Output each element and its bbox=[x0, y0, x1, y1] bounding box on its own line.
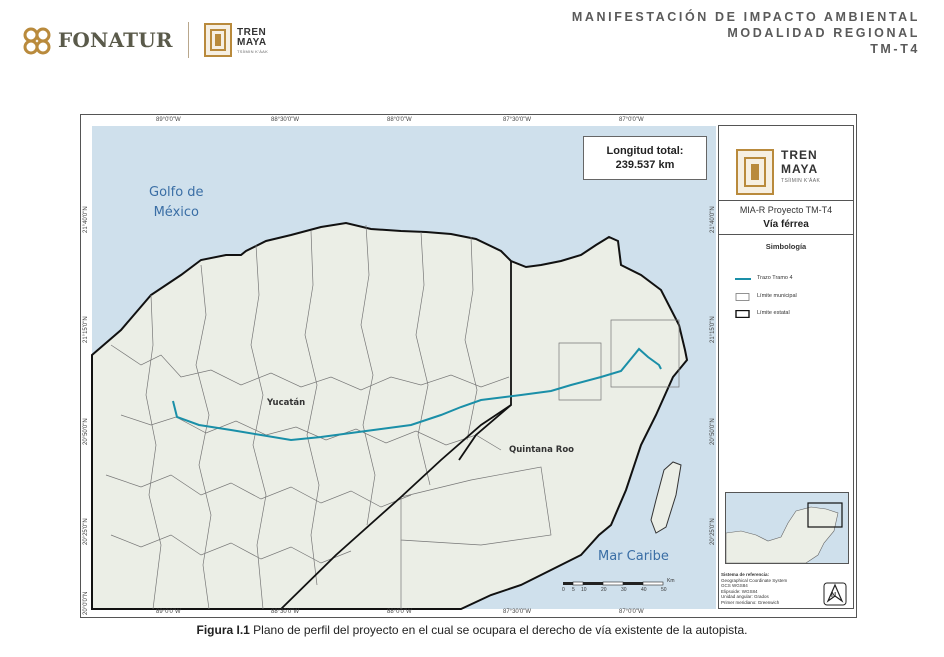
lat-label-1: 21°40'0"N bbox=[83, 206, 89, 233]
lon-label-4: 87°30'0"W bbox=[503, 117, 532, 123]
fonatur-wordmark: FONATUR bbox=[58, 28, 173, 52]
lat-label-right-2: 21°15'0"N bbox=[710, 316, 716, 343]
scale-tick-0: 0 bbox=[562, 587, 565, 593]
reference-line: Primer meridiano: Greenwich bbox=[721, 599, 780, 605]
tsiimin-label: TSÍIMIN K'ÁAK bbox=[237, 49, 269, 54]
legend-divider bbox=[719, 234, 853, 235]
total-length-value: 239.537 km bbox=[615, 159, 675, 171]
lat-label-right-4: 20°25'0"N bbox=[710, 518, 716, 545]
scale-bar: 0 5 10 20 30 40 50 Km bbox=[562, 577, 675, 595]
scale-unit: Km bbox=[667, 578, 675, 584]
lat-label-4: 20°25'0"N bbox=[83, 518, 89, 545]
tren-maya-emblem-icon bbox=[204, 23, 232, 57]
legend-divider bbox=[719, 200, 853, 201]
reference-system: Sistema de referencia: Geographical Coor… bbox=[721, 572, 817, 605]
gulf-of-mexico-label: Golfo de México bbox=[149, 183, 204, 223]
lon-label-bottom-2: 88°30'0"W bbox=[271, 609, 300, 615]
document-header: MANIFESTACIÓN DE IMPACTO AMBIENTAL MODAL… bbox=[572, 9, 920, 57]
location-inset-map bbox=[725, 492, 849, 564]
tren-maya-logo: TREN MAYA TSÍIMIN K'ÁAK bbox=[203, 22, 283, 62]
lon-label-1: 89°0'0"W bbox=[156, 117, 181, 123]
lon-label-bottom-3: 88°0'0"W bbox=[387, 609, 412, 615]
inset-map-graphic bbox=[726, 502, 843, 563]
scale-tick-5: 5 bbox=[572, 587, 575, 593]
north-arrow: N bbox=[823, 582, 847, 611]
scale-bar-graphic bbox=[563, 581, 664, 586]
symbology-heading: Simbología bbox=[765, 242, 807, 251]
legend-maya-label: MAYA bbox=[781, 162, 819, 176]
figure-caption-label: Figura I.1 bbox=[196, 623, 250, 637]
legend-project-title: MIA-R Proyecto TM-T4 bbox=[739, 205, 833, 215]
caribbean-sea-label: Mar Caribe bbox=[598, 549, 669, 564]
north-label: N bbox=[831, 592, 837, 599]
total-length-box: Longitud total: 239.537 km bbox=[583, 136, 707, 180]
state-label-yucatan: Yucatán bbox=[267, 398, 306, 408]
lon-label-2: 88°30'0"W bbox=[271, 117, 300, 123]
scale-tick-50: 50 bbox=[661, 587, 667, 593]
legend-panel: TREN MAYA TSÍIMIN K'ÁAK MIA-R Proyecto T… bbox=[718, 125, 854, 609]
legend-item-label: Límite municipal bbox=[757, 293, 797, 299]
scale-tick-30: 30 bbox=[621, 587, 627, 593]
lat-label-3: 20°50'0"N bbox=[83, 418, 89, 445]
lat-label-2: 21°15'0"N bbox=[83, 316, 89, 343]
lat-label-right-1: 21°40'0"N bbox=[710, 206, 716, 233]
header-title-line3: TM-T4 bbox=[870, 42, 920, 56]
logo-divider bbox=[188, 22, 189, 58]
state-label-quintana-roo: Quintana Roo bbox=[509, 445, 575, 455]
lon-label-3: 88°0'0"W bbox=[387, 117, 412, 123]
header-title-line2: MODALIDAD REGIONAL bbox=[727, 26, 920, 40]
scale-tick-10: 10 bbox=[581, 587, 587, 593]
gulf-label-line1: Golfo de bbox=[149, 185, 204, 200]
state-box-icon bbox=[735, 310, 750, 318]
header-title-line1: MANIFESTACIÓN DE IMPACTO AMBIENTAL bbox=[571, 10, 920, 24]
tren-maya-emblem-icon bbox=[736, 149, 774, 195]
lat-label-5: 20°0'0"N bbox=[83, 591, 89, 615]
maya-label: MAYA bbox=[237, 37, 267, 48]
legend-tren-label: TREN bbox=[781, 148, 818, 162]
gulf-label-line2: México bbox=[153, 205, 199, 220]
lon-label-bottom-1: 89°0'0"W bbox=[156, 609, 181, 615]
scale-tick-40: 40 bbox=[641, 587, 647, 593]
lon-label-5: 87°0'0"W bbox=[619, 117, 644, 123]
legend-item-label: Límite estatal bbox=[757, 310, 790, 316]
scale-tick-20: 20 bbox=[601, 587, 607, 593]
figure-caption-text: Plano de perfil del proyecto en el cual … bbox=[249, 623, 748, 637]
legend-item-label: Trazo Tramo 4 bbox=[757, 275, 793, 281]
lat-label-right-3: 20°50'0"N bbox=[710, 418, 716, 445]
fonatur-logo: FONATUR bbox=[20, 22, 180, 62]
route-line-icon bbox=[735, 278, 751, 280]
figure-caption: Figura I.1 Plano de perfil del proyecto … bbox=[0, 623, 944, 637]
map-figure: 89°0'0"W 88°30'0"W 88°0'0"W 87°30'0"W 87… bbox=[80, 114, 857, 618]
municipal-box-icon bbox=[735, 293, 750, 301]
fonatur-emblem-icon bbox=[23, 27, 51, 55]
lon-label-bottom-4: 87°30'0"W bbox=[503, 609, 532, 615]
legend-tsiimin-label: TSÍIMIN K'ÁAK bbox=[781, 178, 821, 184]
lon-label-bottom-5: 87°0'0"W bbox=[619, 609, 644, 615]
total-length-label: Longitud total: bbox=[606, 145, 684, 157]
legend-subtitle: Vía férrea bbox=[763, 219, 809, 230]
